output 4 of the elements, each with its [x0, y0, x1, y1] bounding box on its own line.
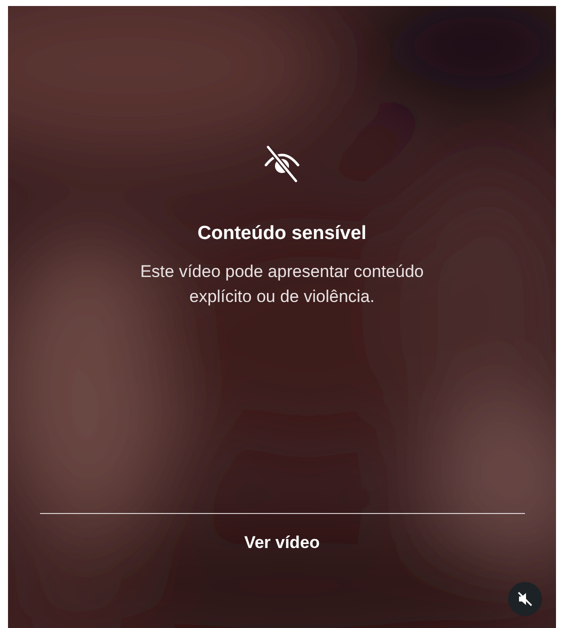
view-video-button[interactable]: Ver vídeo: [238, 531, 326, 555]
muted-speaker-icon: [517, 591, 533, 607]
warning-title: Conteúdo sensível: [198, 223, 366, 245]
warning-message: Este vídeo pode apresentar conteúdo explícito ou de violência.: [139, 261, 425, 308]
